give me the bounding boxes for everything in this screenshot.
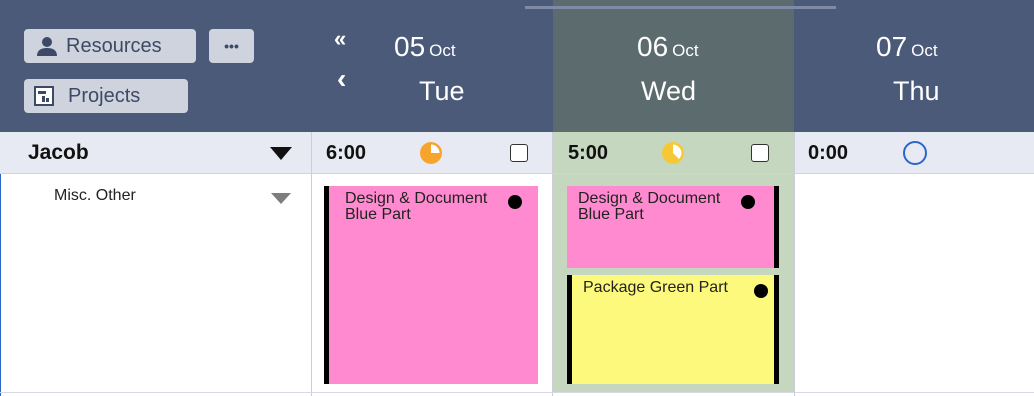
resource-collapse-arrow-icon[interactable] bbox=[270, 147, 292, 161]
day-3-hours: 0:00 bbox=[808, 142, 849, 164]
day-1-date: 05 Oct bbox=[394, 31, 456, 62]
projects-button[interactable]: Projects bbox=[24, 79, 188, 113]
task-card[interactable]: Package Green Part bbox=[567, 275, 779, 384]
day-2-weekday: Wed bbox=[641, 76, 697, 106]
day-3-date: 07 Oct bbox=[876, 31, 938, 62]
day-1-checkbox[interactable] bbox=[510, 144, 528, 162]
projects-button-label: Projects bbox=[68, 84, 141, 107]
nav-prev-button[interactable]: ‹ bbox=[337, 63, 346, 95]
resources-button-label: Resources bbox=[66, 34, 162, 57]
bottom-border bbox=[0, 392, 1034, 393]
day-2-date: 06 Oct bbox=[637, 31, 699, 62]
day-1-weekday: Tue bbox=[419, 76, 465, 106]
task-title: Design & Document Blue Part bbox=[578, 190, 721, 223]
more-dots-icon: ••• bbox=[224, 38, 239, 54]
column-divider-3 bbox=[794, 132, 795, 396]
resource-name: Jacob bbox=[28, 141, 89, 164]
task-status-dot-icon bbox=[508, 195, 522, 209]
task-title: Package Green Part bbox=[583, 279, 728, 296]
header-day-2-today bbox=[553, 0, 794, 132]
projects-gantt-icon bbox=[34, 86, 54, 106]
task-status-dot-icon bbox=[754, 284, 768, 298]
category-collapse-arrow-icon[interactable] bbox=[271, 193, 291, 205]
header-day-3 bbox=[794, 0, 1034, 132]
resources-button[interactable]: Resources bbox=[24, 29, 196, 63]
header-top-accent bbox=[525, 6, 836, 9]
more-options-button[interactable]: ••• bbox=[209, 29, 254, 63]
column-divider-2 bbox=[552, 132, 553, 396]
task-card[interactable]: Design & Document Blue Part bbox=[324, 186, 538, 384]
pie-three-quarter-icon bbox=[420, 142, 442, 164]
day-2-checkbox[interactable] bbox=[751, 144, 769, 162]
nav-first-button[interactable]: « bbox=[334, 26, 346, 52]
header-day-1 bbox=[312, 0, 553, 132]
category-name: Misc. Other bbox=[54, 187, 136, 204]
left-border bbox=[0, 174, 1, 396]
pie-five-eighths-icon bbox=[662, 142, 684, 164]
day-1-hours: 6:00 bbox=[326, 142, 367, 164]
task-title: Design & Document Blue Part bbox=[345, 190, 488, 223]
task-status-dot-icon bbox=[741, 195, 755, 209]
day-2-hours: 5:00 bbox=[568, 142, 609, 164]
task-card[interactable]: Design & Document Blue Part bbox=[567, 186, 779, 268]
empty-circle-icon bbox=[903, 141, 927, 165]
column-divider-1 bbox=[311, 132, 312, 396]
day-3-weekday: Thu bbox=[893, 76, 940, 106]
person-icon bbox=[37, 37, 57, 56]
